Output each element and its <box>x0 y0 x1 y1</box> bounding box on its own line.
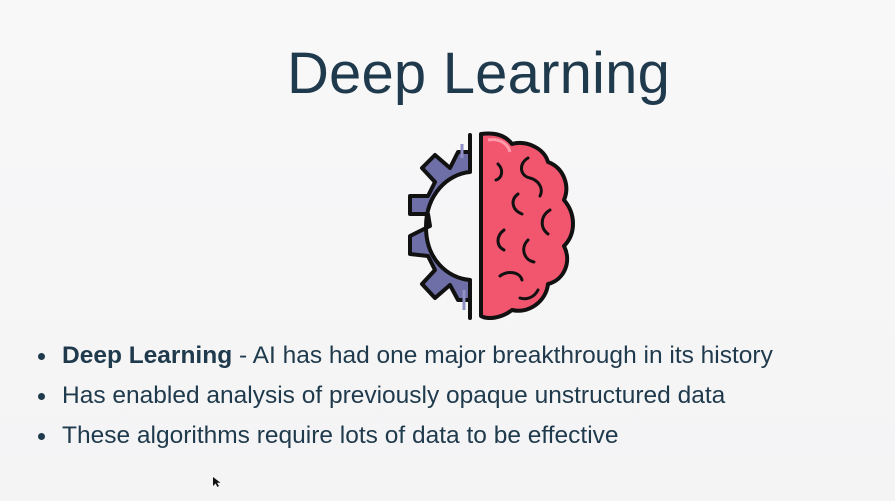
bullet-dot <box>38 432 45 440</box>
bullet-text: Has enabled analysis of previously opaqu… <box>62 382 726 409</box>
bullet-item: Deep Learning - AI has had one major bre… <box>38 336 773 376</box>
mouse-pointer-icon <box>213 477 221 487</box>
bullet-item: Has enabled analysis of previously opaqu… <box>38 376 773 416</box>
bullet-text: Deep Learning - AI has had one major bre… <box>62 342 773 369</box>
bullet-list: Deep Learning - AI has had one major bre… <box>38 336 773 456</box>
gear-brain-icon <box>408 131 575 320</box>
bullet-text: These algorithms require lots of data to… <box>62 422 619 449</box>
bullet-item: These algorithms require lots of data to… <box>38 416 773 456</box>
bullet-dot <box>38 392 45 400</box>
slide-title: Deep Learning <box>286 41 671 106</box>
slide: Deep Learning Deep Learning - AI has had… <box>0 0 895 501</box>
bullet-dot <box>38 352 45 360</box>
